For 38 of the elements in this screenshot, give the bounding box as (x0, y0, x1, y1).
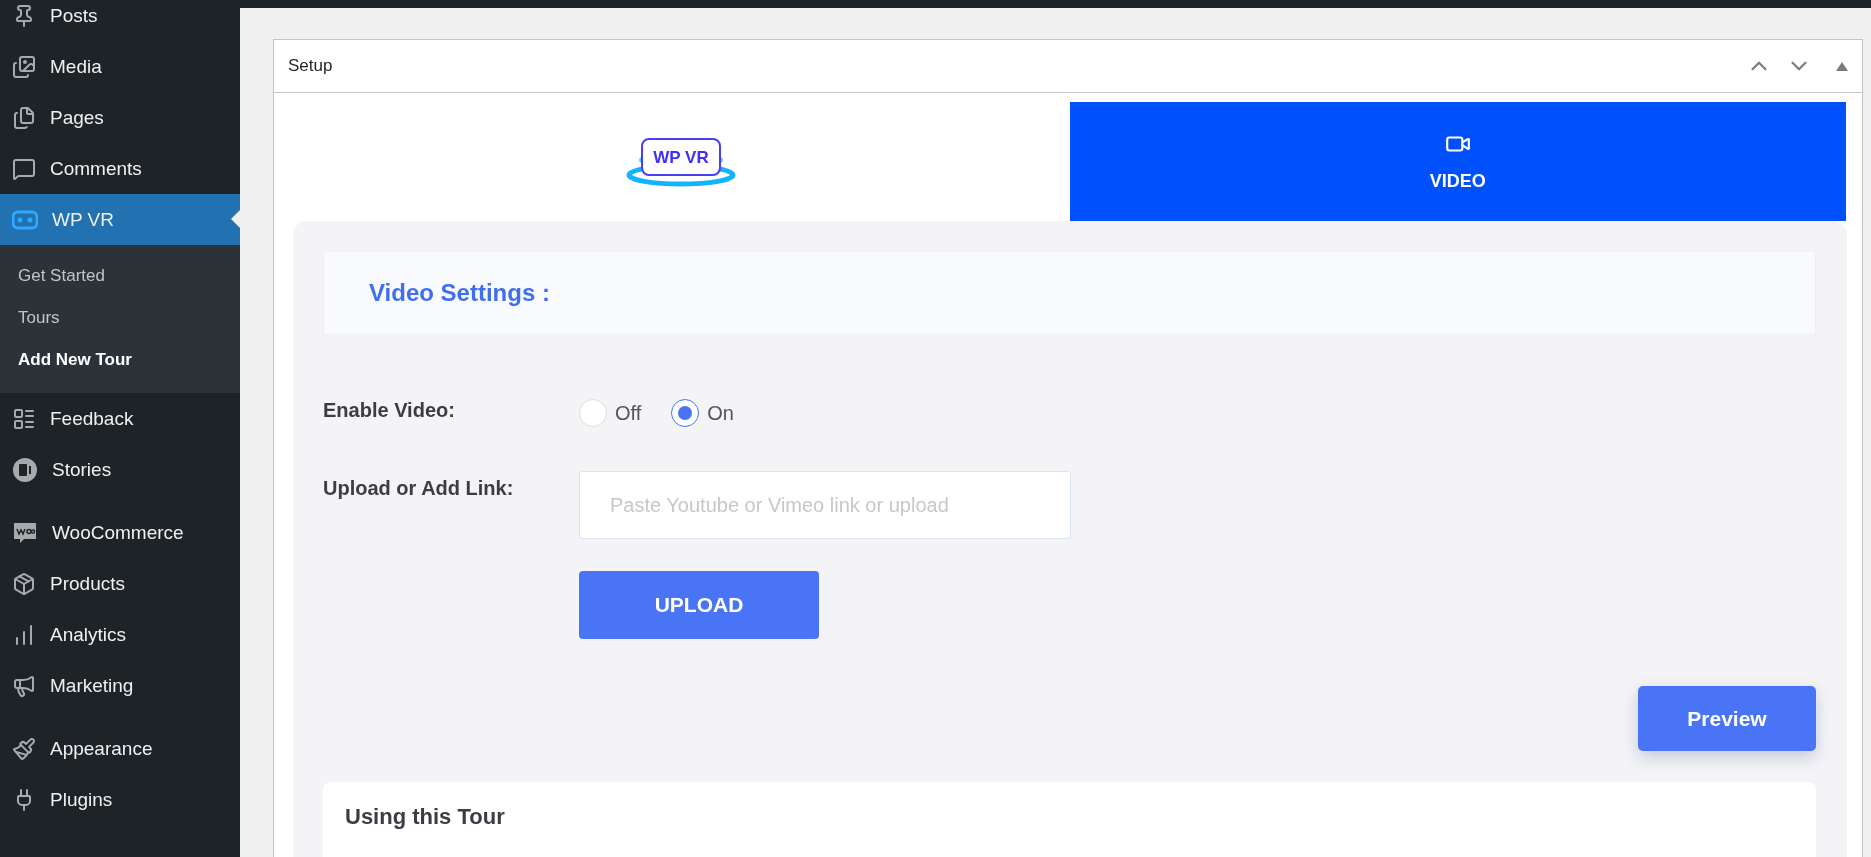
menu-item[interactable]: Feedback (0, 393, 240, 444)
megaphone-icon (12, 673, 36, 698)
radio-option[interactable]: On (671, 399, 734, 427)
link-input[interactable]: Paste Youtube or Vimeo link or upload (579, 471, 1071, 539)
upload-button[interactable]: UPLOAD (579, 571, 819, 639)
submenu-item[interactable]: Add New Tour (0, 339, 240, 381)
vr-headset-icon (12, 208, 38, 231)
menu-item[interactable]: Products (0, 558, 240, 609)
images-icon (12, 54, 36, 79)
video-tab[interactable]: VIDEO (1069, 102, 1846, 221)
menu-item[interactable]: Posts (0, 0, 240, 41)
radio-option[interactable]: Off (579, 399, 642, 427)
preview-button[interactable]: Preview (1638, 686, 1816, 751)
menu-item[interactable]: Analytics (0, 609, 240, 660)
section-title: Video Settings : (323, 251, 1816, 335)
menu-item[interactable]: Media (0, 41, 240, 92)
current-pointer (231, 210, 240, 228)
radio-button[interactable] (671, 399, 700, 427)
menu-item[interactable]: WooCommerce (0, 507, 240, 558)
menu-item[interactable]: Pages (0, 92, 240, 143)
panel-title: Setup (288, 56, 333, 76)
submenu-item[interactable]: Get Started (0, 255, 240, 297)
card-title: Using this Tour (344, 803, 506, 830)
menu-item[interactable]: Marketing (0, 660, 240, 711)
menu-item[interactable]: Stories (0, 444, 240, 495)
menu-item[interactable]: Comments (0, 143, 240, 194)
paintbrush-icon (12, 736, 36, 761)
field-label: Enable Video: (323, 399, 456, 423)
menu-item[interactable]: Plugins (0, 774, 240, 825)
submenu-item[interactable]: Tours (0, 297, 240, 339)
box-icon (12, 571, 36, 596)
menu-item[interactable]: Appearance (0, 723, 240, 774)
comment-icon (12, 156, 36, 181)
list-icon (12, 406, 36, 431)
field-label: Upload or Add Link: (323, 476, 515, 501)
pages-icon (12, 105, 36, 130)
menu-item[interactable]: WP VR (0, 194, 240, 245)
stories-icon (12, 456, 38, 483)
